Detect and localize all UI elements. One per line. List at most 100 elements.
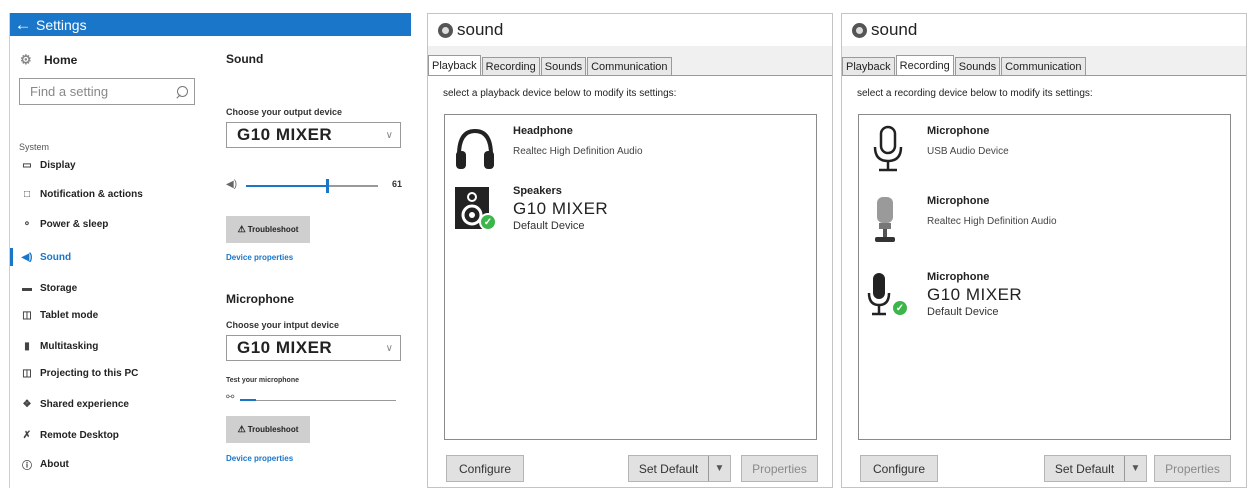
display-icon: ▭ <box>22 159 32 171</box>
default-check-icon: ✓ <box>479 213 497 231</box>
troubleshoot-button[interactable]: ⚠ Troubleshoot <box>226 416 310 443</box>
section-label-system: System <box>19 142 50 152</box>
dropdown-arrow-icon[interactable]: ▼ <box>708 456 730 481</box>
set-default-label: Set Default <box>638 461 699 476</box>
volume-fill <box>246 185 327 187</box>
device-name: Headphone <box>513 125 573 137</box>
instruction-text: select a recording device below to modif… <box>857 88 1093 99</box>
nav-item-tablet[interactable]: ◫ Tablet mode <box>10 304 210 326</box>
shared-experience-icon: ❖ <box>22 398 32 410</box>
dialog-tabs: Playback Recording Sounds Communication <box>842 55 1087 75</box>
volume-thumb[interactable] <box>325 179 329 193</box>
properties-button[interactable]: Properties <box>1154 455 1231 482</box>
volume-icon: ◀) <box>226 179 238 190</box>
input-label: Choose your intput device <box>226 320 340 330</box>
nav-item-shared[interactable]: ❖ Shared experience <box>10 393 210 415</box>
nav-item-label: Remote Desktop <box>40 429 119 441</box>
settings-title: Settings <box>36 16 87 33</box>
tab-sounds[interactable]: Sounds <box>954 57 1001 75</box>
projecting-icon: ◫ <box>22 367 32 379</box>
device-properties-link[interactable]: Device properties <box>226 454 293 463</box>
nav-item-label: Notification & actions <box>40 188 143 200</box>
troubleshoot-label: Troubleshoot <box>247 425 299 434</box>
nav-item-projecting[interactable]: ◫ Projecting to this PC <box>10 362 210 384</box>
dropdown-arrow-icon[interactable]: ▼ <box>1124 456 1146 481</box>
tab-sounds[interactable]: Sounds <box>540 57 587 75</box>
sound-dialog-playback: sound Playback Recording Sounds Communic… <box>427 13 833 488</box>
tab-recording[interactable]: Recording <box>481 57 540 75</box>
speaker-icon <box>852 22 867 38</box>
configure-button[interactable]: Configure <box>446 455 524 482</box>
nav-item-label: Shared experience <box>40 398 129 410</box>
volume-row: ◀) 61 <box>226 179 402 193</box>
device-item-microphone-usb[interactable]: Microphone USB Audio Device <box>867 125 1207 175</box>
set-default-button[interactable]: Set Default ▼ <box>628 455 731 482</box>
nav-item-power[interactable]: ⚬ Power & sleep <box>10 213 210 235</box>
nav-item-label: Tablet mode <box>40 309 99 321</box>
mic-level-fill <box>240 399 256 401</box>
nav-item-label: Display <box>40 159 76 171</box>
search-placeholder: Find a setting <box>30 84 109 99</box>
volume-slider[interactable] <box>246 179 378 193</box>
output-device-value: G10 MIXER <box>237 125 333 144</box>
device-name: Speakers <box>513 185 562 197</box>
search-icon <box>176 85 188 98</box>
dialog-title: sound <box>871 20 918 39</box>
input-device-dropdown[interactable]: G10 MIXER ∨ <box>226 335 401 361</box>
info-icon: ⓘ <box>22 460 32 472</box>
microphone-icon <box>873 125 903 172</box>
tab-communication[interactable]: Communication <box>1001 57 1086 75</box>
chevron-down-icon: ∨ <box>385 342 393 354</box>
settings-titlebar: ← Settings <box>10 13 411 36</box>
chevron-down-icon: ∨ <box>385 129 393 141</box>
nav-item-label: Projecting to this PC <box>40 367 139 379</box>
nav-item-remote[interactable]: ✗ Remote Desktop <box>10 424 210 446</box>
tab-playback[interactable]: Playback <box>428 55 481 75</box>
mic-level-meter <box>240 399 396 401</box>
tab-panel: select a playback device below to modify… <box>428 75 832 487</box>
device-item-microphone-g10[interactable]: ✓ Microphone G10 MIXER Default Device <box>867 271 1207 331</box>
microphone-heading: Microphone <box>226 292 294 306</box>
nav-item-label: About <box>40 458 69 470</box>
nav-item-display[interactable]: ▭ Display <box>10 154 210 176</box>
speaker-icon: ◀) <box>21 251 33 263</box>
tab-recording[interactable]: Recording <box>895 55 954 75</box>
sound-dialog-recording: sound Playback Recording Sounds Communic… <box>841 13 1247 488</box>
device-description: G10 MIXER <box>513 199 609 218</box>
headphone-icon <box>456 128 494 169</box>
nav-item-notifications[interactable]: □ Notification & actions <box>10 183 210 205</box>
home-label: Home <box>44 53 78 67</box>
microphone-icon: ⚯ <box>226 392 235 403</box>
search-input[interactable]: Find a setting <box>19 78 195 105</box>
mic-level-row: ⚯ <box>226 392 398 406</box>
troubleshoot-label: Troubleshoot <box>247 225 299 234</box>
device-item-microphone-realtec[interactable]: Microphone Realtec High Definition Audio <box>867 195 1207 251</box>
set-default-button[interactable]: Set Default ▼ <box>1044 455 1147 482</box>
device-item-headphone[interactable]: Headphone Realtec High Definition Audio <box>453 125 793 175</box>
tab-playback[interactable]: Playback <box>842 57 895 75</box>
instruction-text: select a playback device below to modify… <box>443 88 677 99</box>
troubleshoot-button[interactable]: ⚠ Troubleshoot <box>226 216 310 243</box>
device-properties-link[interactable]: Device properties <box>226 253 293 262</box>
configure-button[interactable]: Configure <box>860 455 938 482</box>
notification-icon: □ <box>23 188 31 200</box>
input-device-value: G10 MIXER <box>237 338 333 357</box>
nav-home[interactable]: ⚙ Home <box>20 52 77 68</box>
back-arrow-icon[interactable]: ← <box>10 13 36 36</box>
nav-item-multitasking[interactable]: ▮ Multitasking <box>10 335 210 357</box>
output-device-dropdown[interactable]: G10 MIXER ∨ <box>226 122 401 148</box>
tab-communication[interactable]: Communication <box>587 57 672 75</box>
nav-item-about[interactable]: ⓘ About <box>10 453 210 475</box>
nav-item-sound[interactable]: ◀) Sound <box>10 246 210 268</box>
device-item-speakers[interactable]: ✓ Speakers G10 MIXER Default Device <box>453 185 793 245</box>
warning-icon: ⚠ <box>237 424 246 434</box>
nav-item-label: Multitasking <box>40 340 99 352</box>
nav-item-storage[interactable]: ▬ Storage <box>10 277 210 299</box>
device-description: Realtec High Definition Audio <box>513 146 643 157</box>
properties-button[interactable]: Properties <box>741 455 818 482</box>
dialog-tabs: Playback Recording Sounds Communication <box>428 55 673 75</box>
studio-microphone-icon <box>875 197 895 242</box>
default-check-icon: ✓ <box>891 299 909 317</box>
test-mic-label: Test your microphone <box>226 377 299 384</box>
device-description: Realtec High Definition Audio <box>927 216 1057 227</box>
